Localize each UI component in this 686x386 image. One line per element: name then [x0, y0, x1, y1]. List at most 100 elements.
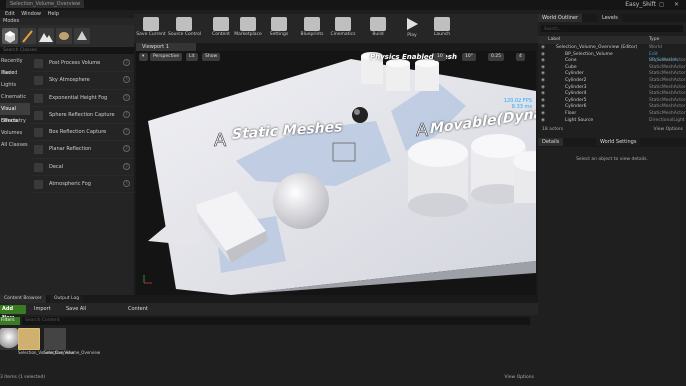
visibility-eye-icon[interactable]: ◉: [541, 71, 545, 78]
tab-details[interactable]: Details: [538, 138, 564, 146]
content-search-input[interactable]: Search Content: [22, 317, 530, 325]
tab-output-log[interactable]: Output Log: [50, 295, 84, 303]
visibility-eye-icon[interactable]: ◉: [541, 85, 545, 92]
lit-button[interactable]: Lit: [186, 53, 198, 61]
asset-tile[interactable]: Selection_Volume_Overview: [44, 328, 100, 356]
category-geometry[interactable]: Geometry: [0, 115, 30, 127]
menu-edit[interactable]: Edit: [5, 11, 15, 17]
visibility-eye-icon[interactable]: ◉: [541, 98, 545, 105]
table-row[interactable]: ◉ Cylinder2 StaticMeshActor: [538, 78, 686, 85]
angle-snap-button[interactable]: 10°: [462, 53, 476, 61]
filters-button[interactable]: Filters: [0, 317, 20, 325]
paint-mode-icon[interactable]: [20, 28, 36, 44]
visibility-eye-icon[interactable]: ◉: [541, 104, 545, 111]
show-button[interactable]: Show: [202, 53, 221, 61]
outliner-view-options[interactable]: View Options: [654, 127, 683, 132]
asset-tile[interactable]: Selection_Volume_Overview: [18, 328, 74, 356]
label-column-header[interactable]: Label: [548, 36, 560, 44]
table-row[interactable]: ◉ Floor StaticMeshActor: [538, 111, 686, 118]
visibility-eye-icon[interactable]: ◉: [541, 111, 545, 118]
list-item[interactable]: Box Reflection Capture?: [30, 124, 134, 142]
list-item[interactable]: Decal?: [30, 159, 134, 177]
table-row[interactable]: ◉ Cylinder6 StaticMeshActor: [538, 104, 686, 111]
save-all-button[interactable]: Save All: [66, 305, 86, 314]
place-mode-icon[interactable]: [2, 28, 18, 44]
modes-tab[interactable]: Modes: [0, 18, 134, 25]
category-recently-placed[interactable]: Recently Placed: [0, 55, 30, 76]
category-cinematic[interactable]: Cinematic: [0, 91, 30, 103]
type-column-header[interactable]: Type: [649, 36, 659, 44]
content-button[interactable]: Content: [210, 16, 232, 42]
category-lights[interactable]: Lights: [0, 79, 30, 91]
launch-button[interactable]: Launch: [432, 16, 452, 42]
visibility-eye-icon[interactable]: ◉: [541, 58, 545, 65]
tab-world-settings[interactable]: World Settings: [596, 138, 641, 146]
perspective-button[interactable]: Perspective: [150, 53, 183, 61]
list-item[interactable]: Exponential Height Fog?: [30, 90, 134, 107]
foliage-mode-icon[interactable]: [56, 28, 72, 44]
help-icon[interactable]: ?: [123, 145, 130, 153]
content-path[interactable]: Content: [128, 305, 148, 314]
scale-snap-button[interactable]: 0.25: [488, 53, 505, 61]
menu-help[interactable]: Help: [48, 11, 59, 17]
visibility-eye-icon[interactable]: ◉: [541, 78, 545, 85]
table-row[interactable]: ◉ Cylinder4 StaticMeshActor: [538, 91, 686, 98]
viewport-tab[interactable]: Viewport 1: [136, 43, 196, 51]
list-item[interactable]: Post Process Volume?: [30, 55, 134, 73]
level-tab[interactable]: Selection_Volume_Overview: [6, 0, 85, 8]
grid-snap-button[interactable]: 10: [434, 53, 446, 61]
box-capture-icon: [34, 128, 43, 138]
tab-content-browser[interactable]: Content Browser: [0, 295, 46, 303]
settings-button[interactable]: Settings: [266, 16, 292, 42]
table-row[interactable]: ◉ Cylinder StaticMeshActor: [538, 71, 686, 78]
source-control-button[interactable]: Source Control: [168, 16, 201, 42]
save-current-button[interactable]: Save Current: [136, 16, 166, 42]
play-button[interactable]: Play: [402, 16, 422, 42]
table-row[interactable]: ◉ Light Source DirectionalLight: [538, 118, 686, 125]
blueprints-button[interactable]: Blueprints: [298, 16, 326, 42]
list-item[interactable]: Planar Reflection?: [30, 141, 134, 159]
mesh-paint-mode-icon[interactable]: [74, 28, 90, 44]
planar-reflection-icon: [34, 145, 43, 155]
class-search-input[interactable]: Search Classes: [0, 47, 134, 54]
help-icon[interactable]: ?: [123, 110, 130, 118]
build-button[interactable]: Build: [368, 16, 388, 42]
sphere-mesh: [273, 173, 329, 229]
help-icon[interactable]: ?: [123, 59, 130, 66]
map-thumbnail: [18, 328, 40, 350]
visibility-eye-icon[interactable]: ◉: [541, 118, 545, 125]
list-item[interactable]: Sphere Reflection Capture?: [30, 107, 134, 125]
help-icon[interactable]: ?: [123, 76, 130, 84]
category-volumes[interactable]: Volumes: [0, 127, 30, 139]
menu-window[interactable]: Window: [21, 11, 41, 17]
marketplace-button[interactable]: Marketplace: [234, 16, 262, 42]
outliner-search-input[interactable]: Search...: [541, 25, 683, 32]
category-all-classes[interactable]: All Classes: [0, 139, 30, 151]
help-icon[interactable]: ?: [123, 128, 130, 136]
list-item[interactable]: Atmospheric Fog?: [30, 176, 134, 194]
visibility-eye-icon[interactable]: ◉: [541, 45, 545, 52]
visibility-eye-icon[interactable]: ◉: [541, 65, 545, 72]
view-options-button[interactable]: View Options: [505, 375, 534, 380]
viewport-menu-button[interactable]: ▾: [139, 53, 148, 61]
level-viewport[interactable]: A A Static Meshes Movable(Dynamic) Physi…: [136, 51, 536, 295]
camera-speed-button[interactable]: 4: [516, 53, 525, 61]
table-row[interactable]: ◉ Cone StaticMeshActor: [538, 58, 686, 65]
cinematics-button[interactable]: Cinematics: [330, 16, 356, 42]
window-controls[interactable]: – ◻ ✕: [646, 1, 683, 8]
add-new-button[interactable]: Add New: [0, 305, 26, 321]
play-icon: [407, 18, 418, 30]
help-icon[interactable]: ?: [123, 162, 130, 170]
tab-world-outliner[interactable]: World Outliner: [538, 14, 583, 22]
visibility-eye-icon[interactable]: ◉: [541, 52, 545, 59]
help-icon[interactable]: ?: [123, 180, 130, 188]
import-button[interactable]: Import: [34, 305, 51, 314]
category-visual-effects[interactable]: Visual Effects: [0, 103, 30, 124]
right-panel: World Outliner Levels Search... Label Ty…: [538, 14, 686, 386]
help-icon[interactable]: ?: [123, 93, 130, 101]
landscape-mode-icon[interactable]: [38, 28, 54, 44]
visibility-eye-icon[interactable]: ◉: [541, 91, 545, 98]
tab-levels[interactable]: Levels: [598, 14, 622, 22]
list-item[interactable]: Sky Atmosphere?: [30, 72, 134, 90]
table-row[interactable]: ◉ Selection_Volume_Overview (Editor) World: [538, 45, 686, 52]
